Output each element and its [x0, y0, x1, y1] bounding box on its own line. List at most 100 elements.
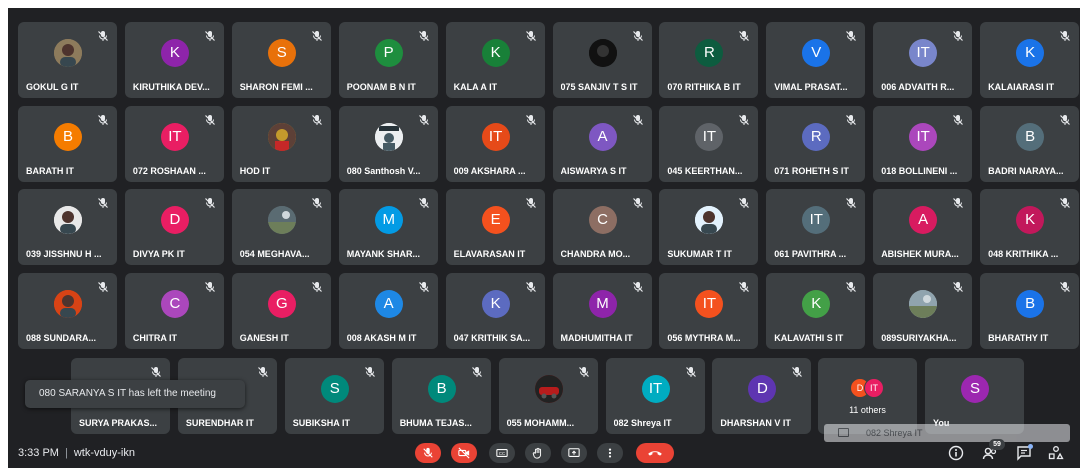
participant-name: KALAIARASI IT — [988, 82, 1055, 92]
participant-tile[interactable]: 054 MEGHAVA... — [231, 189, 331, 266]
participant-tile[interactable]: D DIVYA PK IT — [124, 189, 224, 266]
participant-tile[interactable]: IT 006 ADVAITH R... — [873, 22, 973, 98]
captions-button[interactable]: CC — [489, 443, 515, 463]
more-options-button[interactable] — [597, 443, 623, 463]
participant-tile[interactable]: M MADHUMITHA IT — [552, 273, 652, 350]
leave-call-button[interactable] — [636, 443, 674, 463]
avatar: E — [481, 206, 510, 235]
participant-tile[interactable]: SUKUMAR T IT — [659, 189, 759, 266]
participant-tile[interactable]: 088 SUNDARA... — [18, 273, 117, 350]
participant-tile[interactable]: P POONAM B N IT — [338, 22, 438, 98]
mic-off-icon — [97, 29, 109, 41]
participant-tile[interactable]: K KALAIARASI IT — [980, 22, 1080, 98]
participant-tile[interactable]: IT 045 KEERTHAN... — [659, 105, 759, 182]
mic-off-icon — [578, 365, 590, 377]
participant-tile[interactable]: B BADRI NARAYA... — [980, 105, 1080, 182]
participant-tile[interactable]: IT 009 AKSHARA ... — [445, 105, 545, 182]
participant-tile[interactable]: R 071 ROHETH S IT — [766, 105, 866, 182]
participant-tile[interactable]: G GANESH IT — [231, 273, 331, 350]
avatar: V — [802, 39, 831, 67]
participant-tile[interactable]: IT 061 PAVITHRA ... — [766, 189, 866, 266]
participant-tile[interactable]: A 008 AKASH M IT — [338, 273, 438, 350]
participant-tile[interactable]: IT 018 BOLLINENI ... — [873, 105, 973, 182]
info-icon — [948, 445, 964, 465]
participant-tile[interactable]: S SUBIKSHA IT — [284, 357, 384, 434]
avatar: A — [374, 290, 403, 319]
participant-tile[interactable]: A ABISHEK MURA... — [873, 189, 973, 266]
avatar: B — [427, 374, 456, 403]
mic-off-icon — [845, 280, 857, 293]
mic-off-icon — [204, 280, 216, 293]
participant-tile[interactable]: K 047 KRITHIK SA... — [445, 273, 545, 350]
mic-off-icon — [632, 280, 644, 293]
participant-tile[interactable]: K KALA A IT — [445, 22, 545, 98]
participant-tile[interactable]: R 070 RITHIKA B IT — [659, 22, 759, 98]
participant-name: 048 KRITHIKA ... — [988, 249, 1059, 260]
meeting-code[interactable]: wtk-vduy-ikn — [74, 447, 135, 459]
participant-tile[interactable]: B BHUMA TEJAS... — [391, 357, 491, 434]
raise-hand-button[interactable] — [525, 443, 551, 463]
mic-off-icon — [418, 29, 430, 41]
avatar: G — [267, 290, 296, 319]
participant-tile[interactable]: V VIMAL PRASAT... — [766, 22, 866, 98]
participant-tile[interactable]: 039 JISSHNU H ... — [18, 189, 117, 266]
participant-tile[interactable]: K 048 KRITHIKA ... — [980, 189, 1080, 266]
participant-tile[interactable]: K KALAVATHI S IT — [766, 273, 866, 350]
call-end-icon — [646, 447, 664, 459]
others-tile[interactable]: D IT 11 others — [818, 357, 917, 434]
chat-button[interactable] — [1016, 444, 1033, 461]
participant-tile[interactable]: 055 MOHAMM... — [498, 357, 598, 434]
mic-off-icon — [204, 29, 216, 41]
participant-tile[interactable]: C CHANDRA MO... — [552, 189, 652, 266]
participant-tile[interactable]: E ELAVARASAN IT — [445, 189, 545, 266]
participant-tile[interactable]: B BHARATHY IT — [980, 273, 1080, 350]
participant-tile[interactable]: M MAYANK SHAR... — [338, 189, 438, 266]
participant-name: KALAVATHI S IT — [774, 333, 844, 344]
participant-tile[interactable]: IT 072 ROSHAAN ... — [124, 105, 224, 182]
mic-off-icon — [1059, 113, 1071, 125]
chat-icon — [1016, 446, 1032, 465]
mic-off-icon — [952, 196, 964, 209]
participant-tile[interactable]: 089SURIYAKHA... — [873, 273, 973, 350]
mini-avatar: IT — [864, 377, 884, 398]
present-button[interactable] — [561, 443, 587, 463]
avatar-photo — [909, 290, 938, 319]
participant-tile[interactable]: B BARATH IT — [18, 105, 117, 182]
mic-off-icon — [845, 29, 857, 41]
participant-tile[interactable]: HOD IT — [231, 105, 331, 182]
participant-tile[interactable]: D DHARSHAN V IT — [712, 357, 812, 434]
avatar: IT — [909, 122, 938, 151]
avatar: R — [695, 39, 724, 67]
self-tile[interactable]: S You — [925, 357, 1024, 434]
participant-name: 082 Shreya IT — [613, 417, 672, 428]
mic-off-icon — [422, 447, 434, 459]
participant-name: CHANDRA MO... — [560, 249, 631, 260]
mic-off-icon — [738, 113, 750, 125]
mic-off-button[interactable] — [415, 443, 441, 463]
people-button[interactable]: 59 — [982, 439, 1005, 461]
participant-tile[interactable]: K KIRUTHIKA DEV... — [124, 22, 224, 98]
participant-name: 056 MYTHRA M... — [667, 333, 741, 344]
info-button[interactable] — [948, 445, 964, 461]
mic-off-icon — [471, 365, 483, 377]
participant-tile[interactable]: A AISWARYA S IT — [552, 105, 652, 182]
participant-tile[interactable]: 075 SANJIV T S IT — [552, 22, 652, 98]
mic-off-icon — [845, 113, 857, 125]
participant-tile[interactable]: S SHARON FEMI ... — [231, 22, 331, 98]
unread-dot — [1028, 444, 1033, 449]
participant-tile[interactable]: C CHITRA IT — [124, 273, 224, 350]
participant-tile[interactable]: IT 056 MYTHRA M... — [659, 273, 759, 350]
mic-off-icon — [257, 365, 269, 377]
captions-icon: CC — [496, 447, 508, 459]
avatar: IT — [481, 122, 510, 151]
participant-name: GANESH IT — [239, 333, 289, 344]
camera-off-button[interactable] — [451, 443, 477, 463]
meeting-time: 3:33 PM — [18, 447, 59, 459]
participant-tile[interactable]: IT 082 Shreya IT — [605, 357, 705, 434]
participant-tile[interactable]: GOKUL G IT — [18, 22, 117, 98]
avatar: D — [160, 206, 189, 235]
participant-name: 070 RITHIKA B IT — [667, 82, 741, 92]
participant-tile[interactable]: 080 Santhosh V... — [338, 105, 438, 182]
avatar: IT — [695, 122, 724, 151]
activities-button[interactable] — [1048, 445, 1064, 461]
